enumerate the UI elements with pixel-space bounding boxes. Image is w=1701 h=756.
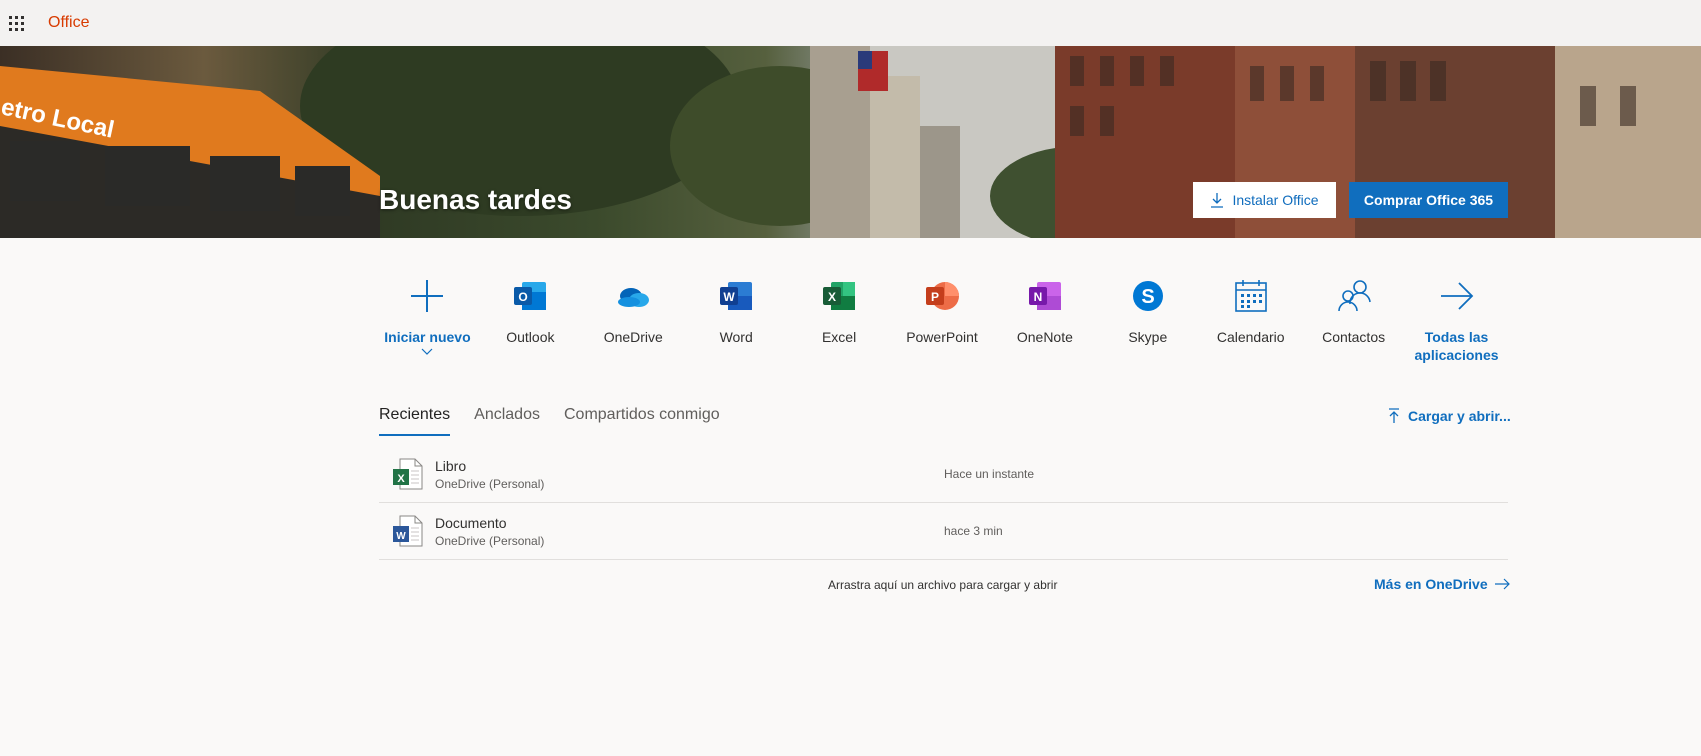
app-label: Skype [1128,329,1168,345]
install-office-button[interactable]: Instalar Office [1193,182,1336,218]
file-row[interactable]: X Libro OneDrive (Personal) Hace un inst… [379,446,1508,503]
drop-zone-hint: Arrastra aquí un archivo para cargar y a… [828,578,1058,592]
upload-open-link[interactable]: Cargar y abrir... [1388,408,1511,424]
file-name: Libro [435,457,467,474]
svg-text:X: X [828,290,836,304]
app-label: Outlook [506,329,555,345]
svg-text:N: N [1034,290,1043,304]
files-tabs: Recientes Anclados Compartidos conmigo [379,406,720,436]
app-excel[interactable]: X Excel [788,276,891,366]
svg-text:S: S [1141,286,1154,308]
contacts-icon [1334,276,1374,316]
app-label: Excel [821,329,857,345]
svg-text:X: X [397,473,405,485]
plus-icon [407,276,447,316]
app-outlook[interactable]: O Outlook [479,276,582,366]
app-label: OneDrive [603,329,663,345]
tab-anclados[interactable]: Anclados [474,406,540,436]
chevron-down-icon [422,348,433,355]
onenote-icon: N [1025,276,1065,316]
skype-icon: S [1128,276,1168,316]
app-powerpoint[interactable]: P PowerPoint [891,276,994,366]
install-office-label: Instalar Office [1232,192,1319,208]
word-file-icon: W [393,515,423,547]
download-icon [1211,193,1224,208]
app-label: OneNote [1016,329,1073,345]
file-row[interactable]: W Documento OneDrive (Personal) hace 3 m… [379,503,1508,560]
app-label: Calendario [1216,329,1285,345]
svg-text:W: W [724,290,736,304]
powerpoint-icon: P [922,276,962,316]
waffle-icon[interactable] [0,0,32,46]
svg-text:O: O [519,290,528,304]
app-launcher-row: Iniciar nuevo O Outlook OneDrive W Word … [376,276,1508,366]
word-icon: W [716,276,756,316]
svg-text:P: P [931,290,939,304]
calendar-icon [1231,276,1271,316]
app-iniciar-nuevo[interactable]: Iniciar nuevo [376,276,479,366]
greeting-heading: Buenas tardes [379,184,572,215]
office-brand-link[interactable]: Office [48,14,90,32]
recent-files-list: X Libro OneDrive (Personal) Hace un inst… [379,446,1508,560]
tab-recientes[interactable]: Recientes [379,406,451,436]
upload-open-label: Cargar y abrir... [1408,408,1511,424]
app-label: Word [719,329,753,345]
top-bar: Office [0,0,1701,46]
app-onedrive[interactable]: OneDrive [582,276,685,366]
buy-office-button[interactable]: Comprar Office 365 [1349,182,1508,218]
arrow-right-small-icon [1494,578,1510,590]
excel-icon: X [819,276,859,316]
app-skype[interactable]: S Skype [1096,276,1199,366]
file-location: OneDrive (Personal) [435,476,545,491]
file-modified-time: hace 3 min [944,524,1003,538]
buy-office-label: Comprar Office 365 [1363,192,1494,208]
app-todas-las-aplicaciones[interactable]: Todas las aplicaciones [1405,276,1508,366]
app-label: PowerPoint [906,329,978,345]
arrow-right-icon [1437,276,1477,316]
upload-icon [1389,408,1399,423]
app-word[interactable]: W Word [685,276,788,366]
tab-compartidos-conmigo[interactable]: Compartidos conmigo [564,406,720,436]
app-contactos[interactable]: Contactos [1302,276,1405,366]
more-in-onedrive-link[interactable]: Más en OneDrive [1374,576,1510,592]
app-label: Iniciar nuevo [384,329,471,345]
file-modified-time: Hace un instante [944,467,1035,481]
outlook-icon: O [510,276,550,316]
app-calendario[interactable]: Calendario [1199,276,1302,366]
more-in-onedrive-label: Más en OneDrive [1374,576,1488,592]
file-name: Documento [435,514,507,531]
app-onenote[interactable]: N OneNote [993,276,1096,366]
app-label: Todas las aplicaciones [1414,329,1499,363]
app-label: Contactos [1322,329,1386,345]
onedrive-icon [613,276,653,316]
file-location: OneDrive (Personal) [435,533,545,548]
excel-file-icon: X [393,458,423,490]
svg-text:W: W [396,531,406,542]
